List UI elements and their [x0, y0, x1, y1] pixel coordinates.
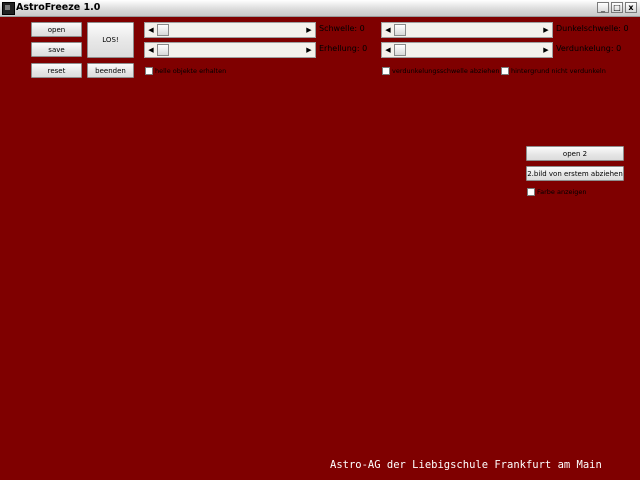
arrow-right-icon[interactable]: ▶	[541, 44, 551, 56]
farbe-label: Farbe anzeigen	[537, 188, 587, 196]
subtract-image-button[interactable]: 2.bild von erstem abziehen	[526, 166, 624, 181]
dunkelschwelle-slider[interactable]: ◀ ▶	[381, 22, 553, 38]
open2-button[interactable]: open 2	[526, 146, 624, 161]
hintergrund-checkbox-row[interactable]: hintergrund nicht verdunkeln	[501, 67, 606, 75]
beenden-button[interactable]: beenden	[87, 63, 134, 78]
minimize-button[interactable]: _	[597, 2, 609, 13]
hintergrund-checkbox[interactable]	[501, 67, 509, 75]
verdunkelung-label: Verdunkelung: 0	[556, 44, 622, 53]
verdunkelungsschwelle-checkbox-row[interactable]: verdunkelungsschwelle abziehen	[382, 67, 500, 75]
hintergrund-label: hintergrund nicht verdunkeln	[511, 67, 606, 75]
arrow-right-icon[interactable]: ▶	[541, 24, 551, 36]
arrow-left-icon[interactable]: ◀	[146, 24, 156, 36]
helle-objekte-checkbox-row[interactable]: helle objekte erhalten	[145, 67, 226, 75]
maximize-button[interactable]: □	[611, 2, 623, 13]
erhellung-slider[interactable]: ◀ ▶	[144, 42, 316, 58]
verdunkelung-slider[interactable]: ◀ ▶	[381, 42, 553, 58]
footer-credit: Astro-AG der Liebigschule Frankfurt am M…	[330, 459, 602, 471]
arrow-left-icon[interactable]: ◀	[383, 24, 393, 36]
close-button[interactable]: x	[625, 2, 637, 13]
reset-button[interactable]: reset	[31, 63, 82, 78]
slider-thumb[interactable]	[157, 44, 169, 56]
slider-thumb[interactable]	[394, 44, 406, 56]
farbe-checkbox-row[interactable]: Farbe anzeigen	[527, 188, 587, 196]
slider-thumb[interactable]	[394, 24, 406, 36]
helle-objekte-label: helle objekte erhalten	[155, 67, 227, 75]
schwelle-label: Schwelle: 0	[319, 24, 365, 33]
app-icon	[2, 2, 15, 15]
save-button[interactable]: save	[31, 42, 82, 57]
open-button[interactable]: open	[31, 22, 82, 37]
helle-objekte-checkbox[interactable]	[145, 67, 153, 75]
farbe-checkbox[interactable]	[527, 188, 535, 196]
arrow-left-icon[interactable]: ◀	[383, 44, 393, 56]
erhellung-label: Erhellung: 0	[319, 44, 368, 53]
arrow-right-icon[interactable]: ▶	[304, 24, 314, 36]
arrow-right-icon[interactable]: ▶	[304, 44, 314, 56]
verdunkelungsschwelle-checkbox[interactable]	[382, 67, 390, 75]
arrow-left-icon[interactable]: ◀	[146, 44, 156, 56]
title-bar[interactable]: AstroFreeze 1.0 _ □ x	[0, 0, 640, 17]
verdunkelungsschwelle-label: verdunkelungsschwelle abziehen	[392, 67, 500, 75]
dunkelschwelle-label: Dunkelschwelle: 0	[556, 24, 629, 33]
los-button[interactable]: LOS!	[87, 22, 134, 58]
slider-thumb[interactable]	[157, 24, 169, 36]
schwelle-slider[interactable]: ◀ ▶	[144, 22, 316, 38]
window-title: AstroFreeze 1.0	[16, 2, 101, 13]
